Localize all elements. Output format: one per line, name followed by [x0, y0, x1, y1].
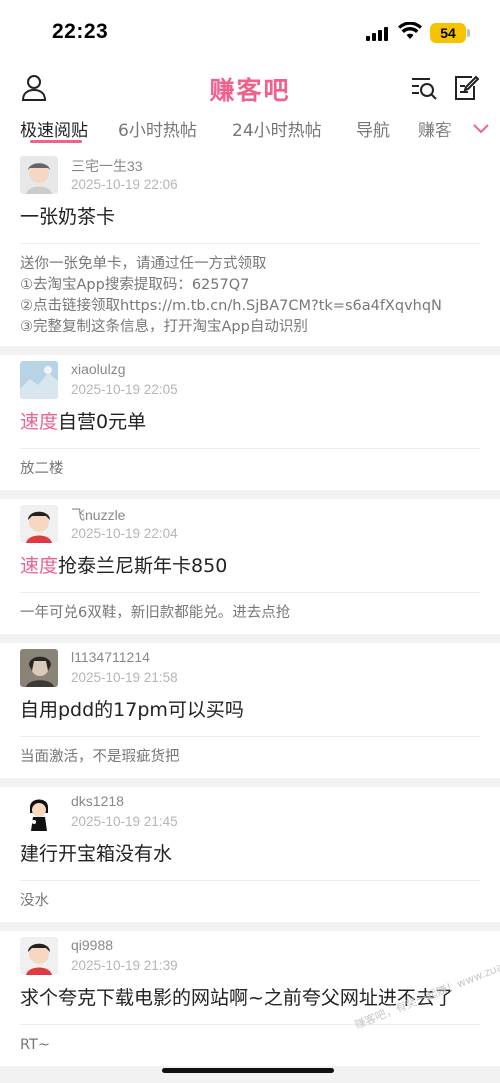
tab-bar: 极速阅贴 6小时热帖 24小时热帖 导航 赚客: [0, 114, 500, 152]
post-title[interactable]: 速度自营0元单: [20, 403, 480, 449]
avatar[interactable]: [20, 793, 58, 831]
status-bar: 22:23 54: [0, 0, 500, 64]
post-excerpt: 当面激活，不是瑕疵货把: [20, 749, 180, 765]
post-title[interactable]: 建行开宝箱没有水: [20, 835, 480, 881]
cellular-signal-icon: [366, 26, 390, 41]
tab-24h-hot[interactable]: 24小时热帖: [232, 116, 322, 141]
battery-tip: [467, 29, 470, 37]
post-tag: 速度: [20, 411, 59, 433]
avatar[interactable]: [20, 361, 58, 399]
avatar[interactable]: [20, 505, 58, 543]
post-feed: 三宅一生33 2025-10-19 22:06 一张奶茶卡 送你一张免单卡，请通…: [0, 150, 500, 1075]
post-username[interactable]: 三宅一生33: [71, 156, 143, 176]
post-excerpt: RT~: [20, 1037, 51, 1053]
post-title[interactable]: 速度抢泰兰尼斯年卡850: [20, 547, 480, 593]
post-card[interactable]: l1134711214 2025-10-19 21:58 自用pdd的17pm可…: [0, 643, 500, 778]
post-username[interactable]: xiaolulzg: [71, 361, 125, 377]
wifi-icon: [398, 22, 422, 39]
home-indicator[interactable]: [162, 1068, 334, 1073]
avatar[interactable]: [20, 649, 58, 687]
tab-navigation[interactable]: 导航: [356, 116, 390, 141]
post-card[interactable]: 飞nuzzle 2025-10-19 22:04 速度抢泰兰尼斯年卡850 一年…: [0, 499, 500, 634]
tab-speed-read[interactable]: 极速阅贴: [20, 116, 88, 141]
compose-icon[interactable]: [452, 74, 480, 102]
post-username[interactable]: qi9988: [71, 937, 113, 953]
post-title[interactable]: 一张奶茶卡: [20, 198, 480, 244]
post-timestamp: 2025-10-19 21:45: [71, 814, 178, 829]
post-excerpt: 放二楼: [20, 461, 64, 477]
active-tab-indicator: [30, 140, 82, 143]
post-card[interactable]: xiaolulzg 2025-10-19 22:05 速度自营0元单 放二楼: [0, 355, 500, 490]
post-username[interactable]: dks1218: [71, 793, 124, 809]
battery-indicator: 54: [430, 23, 466, 43]
post-title[interactable]: 自用pdd的17pm可以买吗: [20, 691, 480, 737]
post-excerpt: 送你一张免单卡，请通过任一方式领取 ①去淘宝App搜索提取码：6257Q7 ②点…: [20, 256, 442, 335]
search-list-icon[interactable]: [410, 74, 438, 102]
post-card[interactable]: 三宅一生33 2025-10-19 22:06 一张奶茶卡 送你一张免单卡，请通…: [0, 150, 500, 346]
post-timestamp: 2025-10-19 21:39: [71, 958, 178, 973]
post-username[interactable]: l1134711214: [71, 649, 150, 665]
post-username[interactable]: 飞nuzzle: [71, 505, 125, 525]
post-card[interactable]: dks1218 2025-10-19 21:45 建行开宝箱没有水 没水: [0, 787, 500, 922]
post-timestamp: 2025-10-19 22:05: [71, 382, 178, 397]
post-excerpt: 一年可兑6双鞋，新旧款都能兑。进去点抢: [20, 605, 291, 621]
chevron-down-icon[interactable]: [472, 120, 490, 138]
app-header: 赚客吧: [0, 64, 500, 114]
avatar[interactable]: [20, 937, 58, 975]
tab-6h-hot[interactable]: 6小时热帖: [118, 116, 197, 141]
post-timestamp: 2025-10-19 21:58: [71, 670, 178, 685]
post-timestamp: 2025-10-19 22:06: [71, 177, 178, 192]
post-tag: 速度: [20, 555, 59, 577]
post-excerpt: 没水: [20, 893, 49, 909]
post-timestamp: 2025-10-19 22:04: [71, 526, 178, 541]
avatar[interactable]: [20, 156, 58, 194]
status-time: 22:23: [52, 20, 109, 43]
